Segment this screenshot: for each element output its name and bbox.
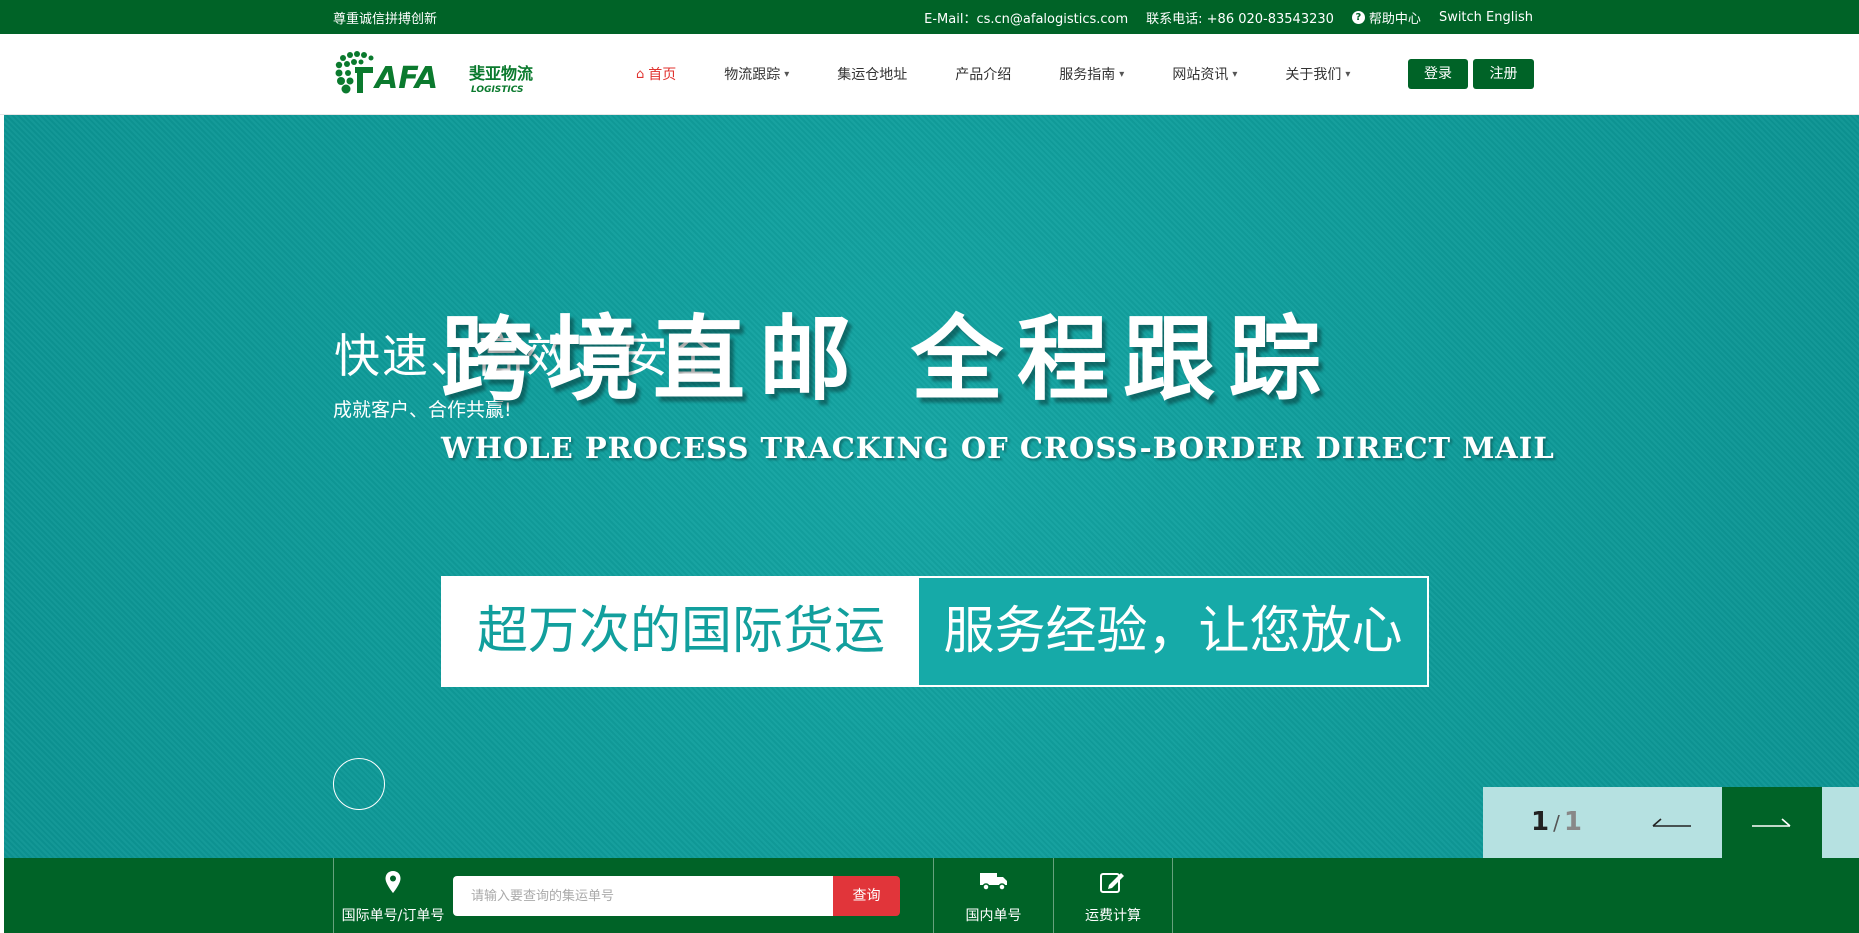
question-icon: ? [1351, 11, 1365, 24]
slide-current: 1 [1531, 807, 1550, 837]
slide-counter: 1/1 [1483, 787, 1623, 858]
domestic-number-tool[interactable]: 国内单号 [933, 858, 1053, 933]
nav-item-products[interactable]: 产品介绍 [955, 64, 1011, 84]
slide-separator: / [1553, 811, 1560, 835]
banner-left-text: 超万次的国际货运 [443, 578, 919, 685]
nav-item-label: 产品介绍 [955, 67, 1012, 83]
nav-item-label: 集运仓地址 [837, 67, 908, 83]
page: 尊重诚信拼搏创新 E-Mail：cs.cn@afalogistics.com 联… [0, 0, 1859, 933]
query-button[interactable]: 查询 [833, 876, 900, 916]
slide-control-edge [1822, 787, 1859, 858]
help-center-label: 帮助中心 [1368, 12, 1421, 27]
slide-prev-button[interactable] [1623, 787, 1722, 858]
chevron-down-icon: ▾ [1232, 68, 1238, 80]
nav-item-about[interactable]: 关于我们 ▾ [1285, 64, 1350, 84]
slide-total: 1 [1563, 807, 1582, 837]
register-button[interactable]: 注册 [1473, 59, 1534, 89]
chevron-down-icon: ▾ [784, 68, 790, 80]
hero-banner: 快速、高效、安全 成就客户、合作共赢! 跨境直邮 全程跟踪 WHOLE PROC… [4, 115, 1859, 858]
freight-calculator-label: 运费计算 [1085, 908, 1141, 924]
home-icon: ⌂ [636, 66, 645, 82]
hero-title: 跨境直邮 全程跟踪 [441, 306, 1336, 413]
international-order-tool[interactable]: 国际单号/订单号 [333, 858, 452, 933]
slide-indicator-circle[interactable] [333, 758, 385, 810]
banner-right-text: 服务经验，让您放心 [919, 578, 1427, 685]
login-button[interactable]: 登录 [1408, 59, 1468, 89]
top-bar-right: E-Mail：cs.cn@afalogistics.com 联系电话: +86 … [924, 8, 1533, 27]
arrow-right-icon [1752, 818, 1791, 827]
tracking-number-input[interactable] [453, 876, 833, 916]
freight-calculator-tool[interactable]: 运费计算 [1053, 858, 1173, 933]
nav-item-tracking[interactable]: 物流跟踪 ▾ [724, 64, 789, 84]
tracking-tool-bar: 国际单号/订单号 查询 国内单号 运费计算 [4, 858, 1859, 933]
email-text: E-Mail：cs.cn@afalogistics.com [924, 12, 1129, 27]
slide-counter-text: 1/1 [1531, 807, 1582, 837]
switch-english-link[interactable]: Switch English [1439, 10, 1533, 25]
chevron-down-icon: ▾ [1119, 68, 1125, 80]
nav-menu: ⌂ 首页 物流跟踪 ▾ 集运仓地址 产品介绍 服务指南 ▾ 网站资讯 ▾ 关于我… [636, 64, 1398, 84]
nav-item-label: 物流跟踪 [724, 67, 781, 83]
arrow-left-icon [1652, 818, 1691, 827]
hero-texture [4, 115, 1859, 858]
nav-item-warehouse[interactable]: 集运仓地址 [837, 64, 907, 84]
nav-item-label: 关于我们 [1285, 67, 1342, 83]
nav-item-label: 服务指南 [1059, 67, 1116, 83]
svg-text:LOGISTICS: LOGISTICS [471, 85, 524, 95]
hero-service-banner: 超万次的国际货运 服务经验，让您放心 [441, 576, 1429, 687]
top-bar: 尊重诚信拼搏创新 E-Mail：cs.cn@afalogistics.com 联… [0, 0, 1859, 34]
afa-logo[interactable]: AFA 斐亚物流 LOGISTICS [333, 48, 543, 100]
nav-item-home[interactable]: ⌂ 首页 [636, 64, 676, 84]
slide-next-button[interactable] [1722, 787, 1822, 858]
nav-item-label: 首页 [648, 67, 677, 83]
chevron-down-icon: ▾ [1345, 68, 1351, 80]
domestic-number-label: 国内单号 [965, 908, 1022, 924]
nav-item-guide[interactable]: 服务指南 ▾ [1059, 64, 1124, 84]
nav-item-news[interactable]: 网站资讯 ▾ [1172, 64, 1237, 84]
edit-icon [1100, 873, 1124, 893]
afa-logo-icon: AFA 斐亚物流 LOGISTICS [335, 51, 533, 96]
truck-icon [979, 873, 1007, 891]
map-pin-icon [385, 871, 401, 893]
help-center-link[interactable]: ? 帮助中心 [1351, 8, 1421, 27]
phone-text: 联系电话: +86 020-83543230 [1146, 12, 1334, 27]
svg-text:AFA: AFA [373, 61, 438, 96]
main-nav: AFA 斐亚物流 LOGISTICS ⌂ 首页 物流跟踪 ▾ 集运仓地址 产品介… [0, 34, 1859, 115]
slogan-text: 尊重诚信拼搏创新 [333, 12, 438, 27]
svg-text:斐亚物流: 斐亚物流 [469, 64, 533, 83]
hero-title-english: WHOLE PROCESS TRACKING OF CROSS-BORDER D… [441, 431, 1555, 465]
international-order-label: 国际单号/订单号 [341, 908, 445, 924]
nav-item-label: 网站资讯 [1172, 67, 1229, 83]
